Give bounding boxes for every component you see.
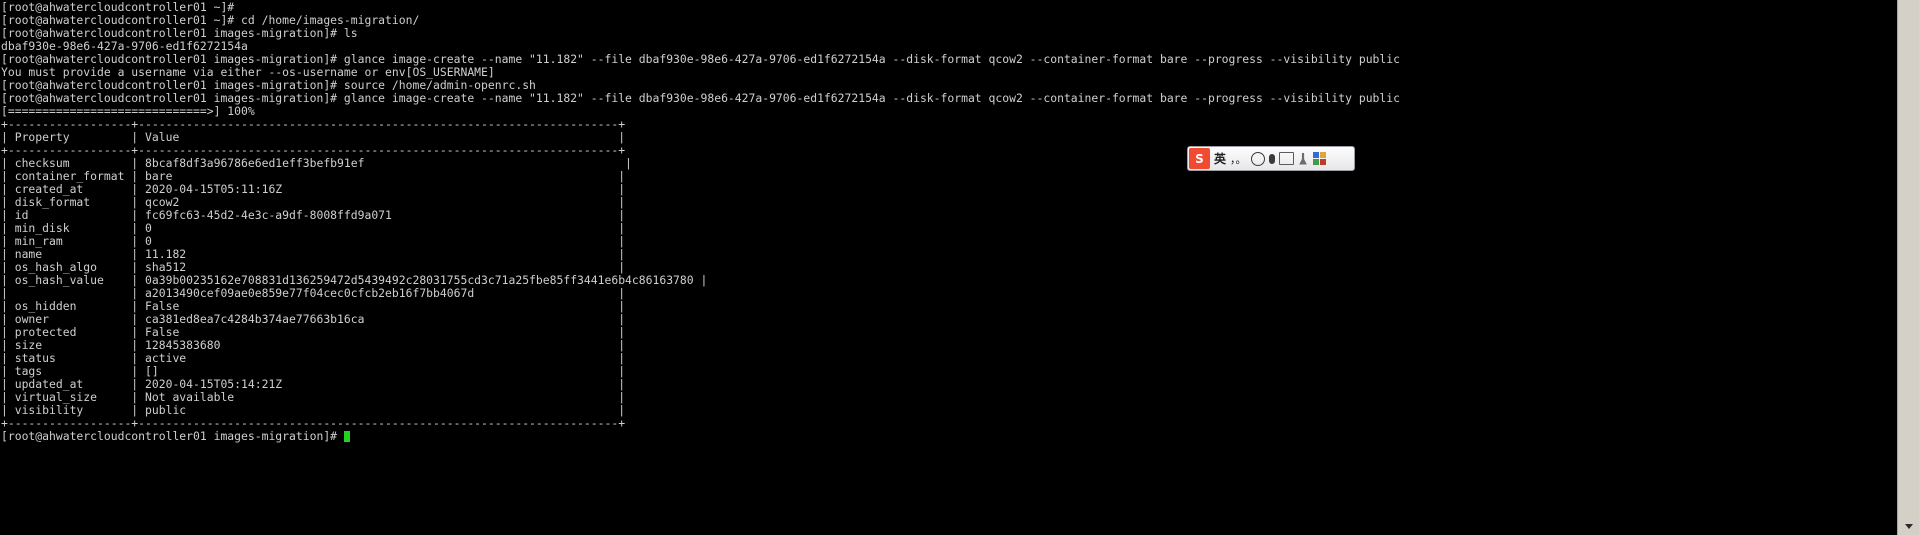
chevron-down-icon <box>1904 523 1913 529</box>
scrollbar-thumb[interactable] <box>1899 0 1918 512</box>
screen-root: [root@ahwatercloudcontroller01 ~]# [root@… <box>0 0 1919 535</box>
terminal-cursor <box>343 431 351 442</box>
ime-toolbox-icon[interactable] <box>1296 148 1311 169</box>
ime-emoji-icon[interactable] <box>1249 148 1267 169</box>
terminal-line: [root@ahwatercloudcontroller01 images-mi… <box>1 91 1400 105</box>
ime-punctuation-mode-button[interactable]: ，。 <box>1228 148 1249 169</box>
ime-voice-input-icon[interactable] <box>1267 148 1277 169</box>
scrollbar-down-button[interactable] <box>1899 517 1918 535</box>
terminal-output-area[interactable]: [root@ahwatercloudcontroller01 ~]# [root@… <box>0 0 1897 535</box>
sogou-ime-logo-icon[interactable]: S <box>1189 148 1210 169</box>
terminal-line: [root@ahwatercloudcontroller01 images-mi… <box>1 26 358 40</box>
ime-settings-menu-icon[interactable] <box>1311 148 1328 169</box>
terminal-line: [root@ahwatercloudcontroller01 images-mi… <box>1 430 1897 443</box>
ime-handwriting-icon[interactable] <box>1277 148 1296 169</box>
terminal-scrollbar[interactable] <box>1897 0 1919 535</box>
ime-language-mode-button[interactable]: 英 <box>1212 148 1228 169</box>
ime-floating-toolbar[interactable]: S 英 ，。 <box>1187 146 1355 171</box>
